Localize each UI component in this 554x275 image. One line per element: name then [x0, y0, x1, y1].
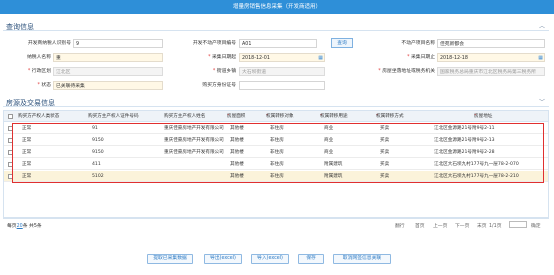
status-select[interactable]: 已关联待采集: [53, 81, 163, 90]
export-excel-button[interactable]: 导出(excel): [204, 254, 242, 264]
query-section-header: 查询信息 ︿: [3, 20, 549, 31]
page-size-info: 每页20条 共5条: [7, 224, 42, 229]
seller-id-input[interactable]: 9: [73, 39, 163, 48]
calendar-icon[interactable]: ▦: [538, 54, 543, 61]
start-date-input[interactable]: 2018-12-01 ▦: [239, 53, 325, 62]
district-select[interactable]: 江北区: [53, 67, 163, 76]
contract-no-label: 开发不动产项目编号: [192, 41, 236, 46]
street-label: * 街道乡镇: [212, 69, 236, 74]
project-name-input[interactable]: 佳苑新都会: [437, 39, 545, 48]
cancel-link-button[interactable]: 取消网签信息关联: [333, 254, 391, 264]
pager-first[interactable]: 首页: [415, 222, 425, 229]
pager-go-row[interactable]: 翻行: [395, 222, 405, 229]
save-button[interactable]: 保存: [298, 254, 324, 264]
address-input[interactable]: 国家税务总局重庆市江北区税务局第三税务所: [437, 67, 545, 76]
import-excel-button[interactable]: 导入(excel): [251, 254, 289, 264]
house-section-header: 房源及交易信息 ﹀: [3, 96, 549, 107]
start-date-label: * 采集日期起: [208, 55, 236, 60]
selection-highlight: [12, 123, 544, 183]
form-row-2: 纳税人名称 重 * 采集日期起 2018-12-01 ▦ * 采集日期止 2018…: [3, 52, 549, 63]
select-all-checkbox[interactable]: [8, 114, 13, 119]
tax-name-input[interactable]: 重: [53, 53, 163, 62]
house-grid: 购买方产权人类状态 购买方主产权人证件号码 购买方主产权人姓名 * 房屋面积 *…: [3, 110, 549, 218]
form-row-3: * 行政区划 江北区 * 街道乡镇 大石坝街道 * 房屋坐落地址或税务机关 国家…: [3, 66, 549, 77]
form-row-1: 开发商纳税人识别号 9 开发不动产项目编号 A01 查询 不动产项目名称 佳苑新…: [3, 38, 549, 49]
project-name-label: 不动产项目名称: [401, 41, 435, 46]
status-label: * 状态: [37, 83, 51, 88]
end-date-input[interactable]: 2018-12-18 ▦: [437, 53, 545, 62]
page-title: 增量房销售信息采集（开发商适用）: [0, 0, 554, 14]
tax-name-label: 纳税人名称: [27, 55, 51, 60]
chevron-up-icon[interactable]: ︿: [539, 21, 545, 30]
pager: 每页20条 共5条 翻行 首页 上一页 下一页 末页 1/1页 确定: [3, 218, 549, 230]
address-label: * 房屋坐落地址或税务机关: [378, 69, 435, 74]
grid-header: 购买方产权人类状态 购买方主产权人证件号码 购买方主产权人姓名 * 房屋面积 *…: [4, 111, 548, 122]
seller-id-label: 开发商纳税人识别号: [27, 41, 71, 46]
extract-collected-button[interactable]: 提取已采集数据: [147, 254, 193, 264]
street-select[interactable]: 大石坝街道: [239, 67, 325, 76]
calendar-icon[interactable]: ▦: [318, 54, 323, 61]
house-section-title: 房源及交易信息: [6, 99, 55, 107]
pager-prev[interactable]: 上一页: [433, 222, 447, 229]
buyer-cert-label: 购买方身份证号: [202, 83, 236, 88]
district-label: * 行政区划: [27, 69, 51, 74]
col-header-2[interactable]: 购买方主产权人姓名: [164, 111, 205, 122]
col-header-0[interactable]: 购买方产权人类状态: [18, 111, 59, 122]
pager-last[interactable]: 末页: [477, 222, 487, 229]
col-header-1[interactable]: 购买方主产权人证件号码: [88, 111, 139, 122]
form-row-4: * 状态 已关联待采集 购买方身份证号: [3, 80, 549, 91]
contract-no-input[interactable]: A01: [239, 39, 317, 48]
pager-next[interactable]: 下一页: [455, 222, 469, 229]
pager-confirm[interactable]: 确定: [531, 222, 541, 229]
buyer-cert-input[interactable]: [239, 81, 325, 90]
chevron-down-icon[interactable]: ﹀: [539, 97, 545, 106]
query-button[interactable]: 查询: [331, 38, 353, 48]
end-date-label: * 采集日期止: [407, 55, 435, 60]
pager-count: 1/1页: [489, 224, 502, 229]
page-jump-input[interactable]: [509, 221, 527, 228]
query-section-title: 查询信息: [6, 23, 34, 31]
